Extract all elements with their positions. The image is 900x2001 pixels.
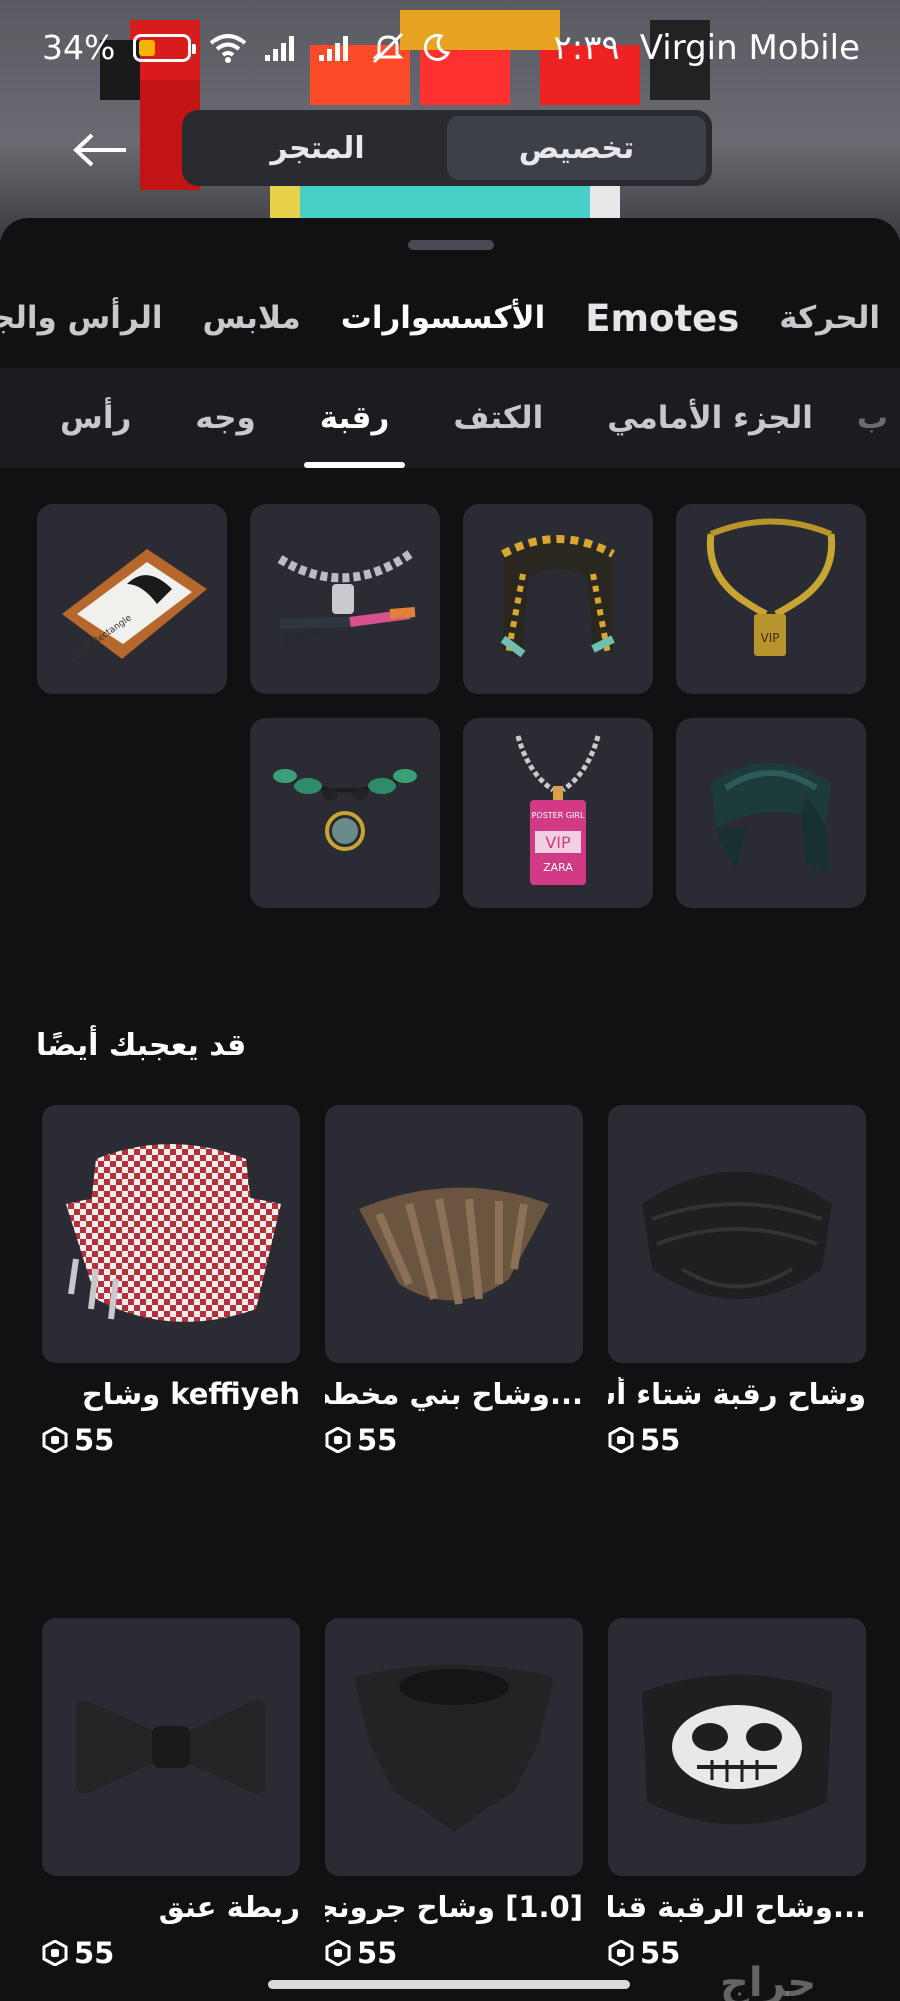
skull-mask-scarf-icon (642, 1674, 832, 1825)
product-name: ...وشاح الرقبة قناع جه (608, 1890, 866, 1924)
status-left: 34% (42, 28, 451, 67)
subtab-overflow[interactable]: ب (845, 368, 900, 468)
arrow-left-icon (73, 133, 126, 167)
grunge-scarf-icon (354, 1664, 554, 1832)
robux-icon (42, 1940, 68, 1966)
product-name: وشاح رقبة شتاء أسود (608, 1377, 866, 1411)
product-name: ربطة عنق (158, 1890, 300, 1924)
robux-icon (42, 1427, 68, 1453)
price-value: 55 (640, 1936, 681, 1970)
status-icons (209, 32, 451, 64)
robux-icon (325, 1427, 351, 1453)
product-card[interactable]: [1.0] وشاح جرونجي 55 (325, 1618, 583, 1970)
status-time: ٢:٣٩ (553, 27, 620, 68)
robux-icon (325, 1940, 351, 1966)
product-price: 55 (42, 1423, 300, 1457)
status-right: ٢:٣٩ Virgin Mobile (553, 28, 860, 68)
svg-text:POSTER GIRL: POSTER GIRL (532, 811, 585, 820)
striped-collar-icon (500, 535, 615, 658)
segment-shop[interactable]: المتجر (188, 116, 447, 180)
signal-icon (319, 35, 349, 61)
category-tabs: الحركة Emotes الأكسسوارات ملابس الرأس وا… (0, 278, 900, 358)
moon-icon (424, 33, 451, 61)
product-image (42, 1105, 300, 1363)
product-price: 55 (325, 1423, 583, 1457)
product-image (42, 1618, 300, 1876)
product-price: 55 (608, 1423, 866, 1457)
svg-text:ZARA: ZARA (543, 861, 573, 874)
dark-scarf-icon (711, 763, 831, 873)
tab-head-body[interactable]: الرأس والجسم (0, 300, 182, 336)
svg-text:VIP: VIP (545, 833, 571, 852)
product-card[interactable]: ...وشاح بني مخطط طو 55 (325, 1105, 583, 1457)
battery-fill (139, 39, 156, 56)
price-value: 55 (74, 1936, 115, 1970)
price-value: 55 (357, 1936, 398, 1970)
product-card[interactable]: وشاح رقبة شتاء أسود 55 (608, 1105, 866, 1457)
product-price: 55 (325, 1936, 583, 1970)
jade-bead-necklace-icon (273, 769, 417, 851)
robux-icon (608, 1940, 634, 1966)
product-image (608, 1105, 866, 1363)
recommendations-row: ...وشاح الرقبة قناع جه 55 [1.0] وشاح جرو… (36, 1618, 866, 1970)
segment-customize[interactable]: تخصيص (447, 116, 706, 180)
item-tile[interactable]: Large Rectangle (37, 504, 227, 694)
price-value: 55 (74, 1423, 115, 1457)
signal-icon (265, 35, 295, 61)
product-name: ...وشاح بني مخطط طو (325, 1377, 583, 1411)
subtab-face[interactable]: وجه (163, 368, 287, 468)
tab-accessories[interactable]: الأكسسوارات (321, 300, 566, 336)
product-name: [1.0] وشاح جرونجي (325, 1890, 583, 1924)
drag-handle[interactable] (408, 240, 494, 250)
item-tile[interactable] (676, 718, 866, 908)
subtab-neck[interactable]: رقبة (288, 368, 422, 468)
product-card[interactable]: ربطة عنق 55 (42, 1618, 300, 1970)
wifi-icon (210, 33, 247, 63)
subcategory-tabs: ب الجزء الأمامي الكتف رقبة وجه رأس (0, 368, 900, 468)
item-tile[interactable] (250, 718, 440, 908)
owned-items-grid: VIP Large Rectangle POSTER GIRL VIP ZARA (36, 504, 866, 908)
status-bar: 34% ٢:٣٩ Virgin Mobile (0, 0, 900, 95)
price-value: 55 (640, 1423, 681, 1457)
product-price: 55 (42, 1936, 300, 1970)
product-image (608, 1618, 866, 1876)
vip-gold-necklace-icon: VIP (706, 518, 836, 656)
brown-striped-scarf-icon (359, 1187, 549, 1305)
product-card[interactable]: keffiyeh وشاح 55 (42, 1105, 300, 1457)
carrier-name: Virgin Mobile (639, 27, 860, 68)
battery-icon (133, 33, 197, 62)
subtab-front[interactable]: الجزء الأمامي (575, 368, 845, 468)
price-value: 55 (357, 1423, 398, 1457)
watermark-logo: حراج (720, 1960, 817, 2001)
battery-percent: 34% (42, 28, 116, 67)
item-tile[interactable]: POSTER GIRL VIP ZARA (463, 718, 653, 908)
silver-chain-icon (277, 550, 416, 643)
tab-emotes[interactable]: Emotes (565, 297, 759, 340)
product-card[interactable]: ...وشاح الرقبة قناع جه 55 (608, 1618, 866, 1970)
product-image (325, 1105, 583, 1363)
black-scarf-icon (642, 1171, 832, 1299)
mode-switch: تخصيص المتجر (182, 110, 712, 186)
subtab-shoulder[interactable]: الكتف (421, 368, 575, 468)
item-tile[interactable]: VIP (676, 504, 866, 694)
bow-tie-icon (76, 1700, 266, 1794)
home-indicator[interactable] (268, 1980, 630, 1989)
recommendations-row: وشاح رقبة شتاء أسود 55 ...وشاح بني مخطط … (36, 1105, 866, 1457)
subtab-head[interactable]: رأس (28, 368, 163, 468)
back-button[interactable] (70, 125, 130, 175)
keffiyeh-icon (66, 1144, 281, 1322)
robux-icon (608, 1427, 634, 1453)
tab-animations[interactable]: الحركة (759, 300, 900, 336)
section-title: قد يعجبك أيضًا (36, 1028, 247, 1063)
vip-pass-lanyard-icon: POSTER GIRL VIP ZARA (515, 735, 601, 885)
mute-icon (372, 32, 404, 63)
product-image (325, 1618, 583, 1876)
item-tile[interactable] (463, 504, 653, 694)
framed-picture-icon: Large Rectangle (62, 549, 207, 663)
item-tile[interactable] (250, 504, 440, 694)
product-name: keffiyeh وشاح (81, 1377, 300, 1411)
tab-clothing[interactable]: ملابس (182, 300, 320, 336)
svg-text:VIP: VIP (761, 631, 780, 645)
